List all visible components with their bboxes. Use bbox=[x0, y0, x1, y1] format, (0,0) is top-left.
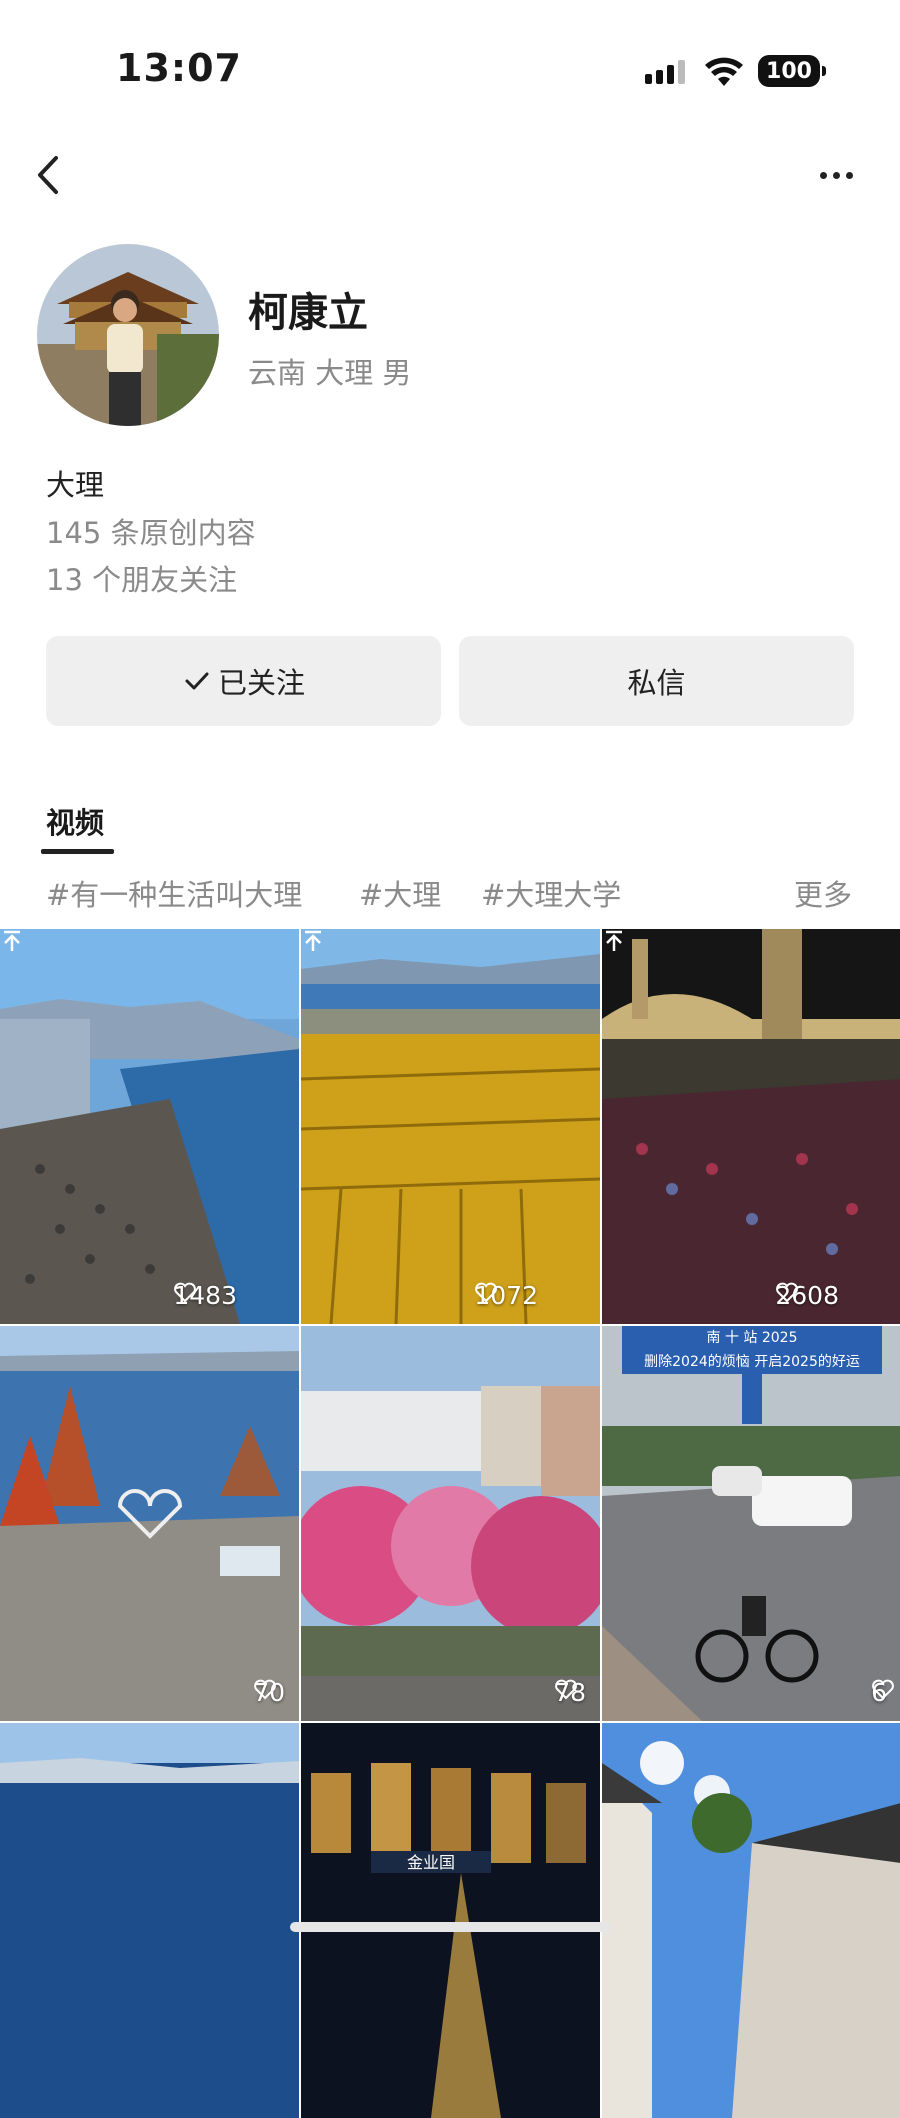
like-count: 6 bbox=[871, 1678, 894, 1707]
heart-icon bbox=[555, 1679, 578, 1700]
like-count: 1483 bbox=[173, 1281, 237, 1310]
bio-title: 大理 bbox=[46, 468, 105, 502]
hashtag-bar: #有一种生活叫大理 #大理 #大理大学 更多 bbox=[46, 872, 856, 912]
night-sign-text: 金业国 bbox=[407, 1853, 455, 1872]
video-thumbnail[interactable]: 2608 bbox=[602, 929, 900, 1324]
message-button-label: 私信 bbox=[627, 666, 686, 700]
followed-button[interactable]: 已关注 bbox=[46, 636, 441, 726]
pin-icon bbox=[305, 930, 321, 951]
hashtag-item[interactable]: #大理大学 bbox=[481, 872, 621, 914]
profile-name: 柯康立 bbox=[248, 290, 368, 336]
pin-icon bbox=[4, 930, 20, 951]
hashtag-more-link[interactable]: 更多 bbox=[794, 872, 852, 914]
video-thumbnail[interactable]: 南 十 站 2025 删除2024的烦恼 开启2025的好运 6 bbox=[602, 1326, 900, 1721]
like-count: 1072 bbox=[474, 1281, 538, 1310]
avatar[interactable] bbox=[37, 244, 219, 426]
content-count: 145 条原创内容 bbox=[46, 516, 256, 550]
followed-button-label: 已关注 bbox=[217, 666, 305, 700]
video-thumbnail[interactable] bbox=[0, 1723, 299, 2118]
video-thumbnail[interactable]: 1483 bbox=[0, 929, 299, 1324]
wifi-icon bbox=[705, 57, 743, 86]
heart-icon bbox=[475, 1282, 498, 1303]
sign-slogan-text: 删除2024的烦恼 开启2025的好运 bbox=[644, 1354, 860, 1370]
status-bar: 13:07 100 bbox=[0, 0, 900, 120]
video-thumbnail[interactable]: 78 bbox=[301, 1326, 600, 1721]
hashtag-item[interactable]: #有一种生活叫大理 bbox=[46, 872, 302, 914]
more-icon[interactable] bbox=[820, 160, 864, 190]
battery-indicator: 100 bbox=[758, 55, 826, 87]
message-button[interactable]: 私信 bbox=[459, 636, 854, 726]
back-icon[interactable] bbox=[30, 150, 70, 200]
tab-underline bbox=[41, 849, 114, 854]
check-icon bbox=[185, 672, 209, 690]
heart-icon bbox=[776, 1282, 799, 1303]
home-indicator bbox=[290, 1922, 610, 1932]
profile-location-gender: 云南 大理 男 bbox=[248, 356, 412, 390]
heart-icon bbox=[174, 1282, 197, 1303]
video-thumbnail[interactable]: 金业国 bbox=[301, 1723, 600, 2118]
friends-follow-count[interactable]: 13 个朋友关注 bbox=[46, 557, 237, 599]
video-thumbnail[interactable]: 1072 bbox=[301, 929, 600, 1324]
heart-icon bbox=[254, 1679, 277, 1700]
tab-video[interactable]: 视频 bbox=[46, 800, 104, 842]
status-time: 13:07 bbox=[116, 46, 242, 90]
like-count: 70 bbox=[253, 1678, 285, 1707]
sign-top-text: 南 十 站 2025 bbox=[707, 1330, 798, 1346]
like-count: 78 bbox=[554, 1678, 586, 1707]
video-thumbnail[interactable]: 70 bbox=[0, 1326, 299, 1721]
pin-icon bbox=[606, 930, 622, 951]
heart-icon bbox=[872, 1679, 894, 1700]
like-count: 2608 bbox=[775, 1281, 839, 1310]
video-thumbnail[interactable] bbox=[602, 1723, 900, 2118]
hashtag-item[interactable]: #大理 bbox=[359, 872, 441, 914]
signal-icon bbox=[645, 60, 685, 84]
